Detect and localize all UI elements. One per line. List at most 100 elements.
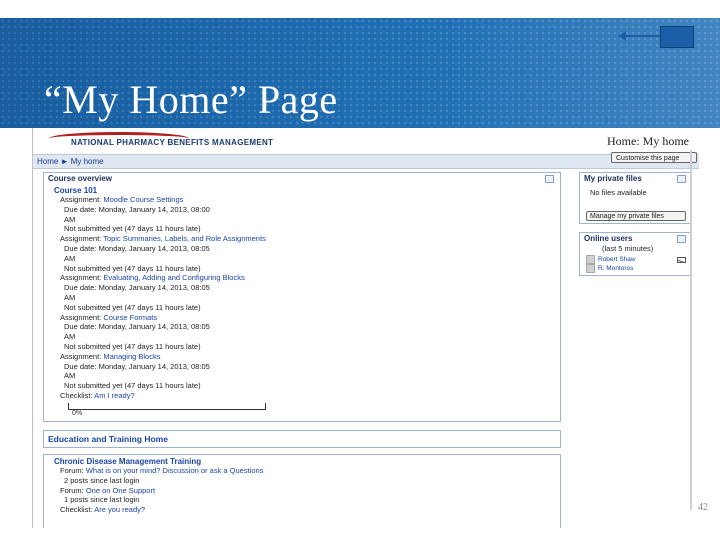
education-title[interactable]: Education and Training Home (44, 431, 560, 447)
activity-label: AM (64, 253, 76, 263)
online-user-row[interactable]: R. Montoros (586, 264, 633, 273)
activity-line: Due date: Monday, January 14, 2013, 08:0… (54, 283, 560, 293)
activity-line: Due date: Monday, January 14, 2013, 08:0… (54, 322, 560, 332)
activity-label: Assignment: (60, 273, 104, 283)
activity-label: Forum: (60, 485, 86, 495)
private-files-block: My private files No files available Mana… (579, 172, 691, 224)
chronic-course-link[interactable]: Chronic Disease Management Training (54, 457, 560, 466)
activity-line[interactable]: Forum: One on One Support (54, 486, 560, 496)
activity-label: Due date: Monday, January 14, 2013, 08:0… (64, 243, 210, 253)
activity-label: 1 posts since last login (64, 495, 140, 505)
activity-line: 2 posts since last login (54, 476, 560, 486)
activity-label: Not submitted yet (47 days 11 hours late… (64, 381, 201, 391)
activity-line: Due date: Monday, January 14, 2013, 08:0… (54, 205, 560, 215)
activity-label: Assignment: (60, 312, 104, 322)
activity-label: Due date: Monday, January 14, 2013, 08:0… (64, 204, 210, 214)
online-users-header: Online users (580, 233, 690, 244)
customise-page-button[interactable]: Customise this page (611, 152, 697, 163)
moodle-screenshot: NATIONAL PHARMACY BENEFITS MANAGEMENT Ho… (32, 128, 699, 528)
private-files-collapse-icon[interactable] (677, 175, 686, 183)
activity-line: Not submitted yet (47 days 11 hours late… (54, 224, 560, 234)
navbar: Home ► My home (33, 154, 699, 169)
activity-label: AM (64, 332, 76, 342)
activity-link[interactable]: Am I ready? (94, 391, 134, 400)
online-user-row[interactable]: Robert Shaw (586, 255, 636, 264)
activity-label: AM (64, 292, 76, 302)
activity-line: AM (54, 371, 560, 381)
activity-line: Not submitted yet (47 days 11 hours late… (54, 342, 560, 352)
online-user-name: Robert Shaw (598, 256, 636, 264)
activity-link[interactable]: One on One Support (86, 486, 155, 495)
activity-line[interactable]: Assignment: Course Formats (54, 313, 560, 323)
activity-line: AM (54, 254, 560, 264)
activity-line[interactable]: Assignment: Topic Summaries, Labels, and… (54, 234, 560, 244)
page-number: 42 (698, 502, 708, 513)
activity-line[interactable]: Assignment: Moodle Course Settings (54, 195, 560, 205)
breadcrumb[interactable]: Home ► My home (37, 155, 104, 168)
activity-label: Due date: Monday, January 14, 2013, 08:0… (64, 283, 210, 293)
activity-line: 1 posts since last login (54, 495, 560, 505)
activity-label: Assignment: (60, 195, 104, 204)
activity-line: AM (54, 215, 560, 225)
activity-label: Not submitted yet (47 days 11 hours late… (64, 263, 201, 273)
online-users-collapse-icon[interactable] (677, 235, 686, 243)
online-users-title: Online users (584, 234, 633, 243)
activity-line: AM (54, 293, 560, 303)
checklist-progress-bar (68, 402, 266, 410)
activity-label: Not submitted yet (47 days 11 hours late… (64, 341, 201, 351)
activity-line: Not submitted yet (47 days 11 hours late… (54, 381, 560, 391)
online-users-block: Online users (last 5 minutes) Robert Sha… (579, 232, 691, 276)
activity-link[interactable]: Managing Blocks (103, 352, 160, 361)
activity-link[interactable]: Evaluating, Adding and Configuring Block… (103, 273, 244, 282)
screenshot-edge (690, 150, 692, 510)
slide-title: “My Home” Page (44, 77, 338, 122)
activity-label: Assignment: (60, 234, 104, 244)
activity-label: Checklist: (60, 390, 95, 400)
online-user-name: R. Montoros (598, 265, 634, 273)
course-overview-content: Course 101 Assignment: Moodle Course Set… (44, 184, 560, 417)
activity-line: Due date: Monday, January 14, 2013, 08:0… (54, 244, 560, 254)
activity-line[interactable]: Forum: What is on your mind? Discussion … (54, 466, 560, 476)
activity-line[interactable]: Checklist: Am I ready? (54, 391, 560, 401)
course-overview-title: Course overview (48, 174, 113, 183)
site-logo: NATIONAL PHARMACY BENEFITS MANAGEMENT (71, 138, 274, 147)
activity-link[interactable]: Course Formats (103, 313, 157, 322)
activity-label: AM (64, 371, 76, 381)
user-avatar-icon (586, 255, 595, 264)
course-overview-block: Course overview Course 101 Assignment: M… (43, 172, 561, 422)
block-collapse-icon[interactable] (545, 175, 554, 183)
course-activity-list: Assignment: Moodle Course Settings Due da… (54, 195, 560, 401)
activity-line: Not submitted yet (47 days 11 hours late… (54, 303, 560, 313)
activity-line[interactable]: Assignment: Managing Blocks (54, 352, 560, 362)
annotation-arrow-shaft (624, 35, 664, 37)
activity-label: Assignment: (60, 351, 104, 361)
online-users-subtitle: (last 5 minutes) (602, 244, 654, 253)
activity-line: Not submitted yet (47 days 11 hours late… (54, 264, 560, 274)
activity-line[interactable]: Checklist: Are you ready? (54, 505, 560, 515)
activity-label: Not submitted yet (47 days 11 hours late… (64, 302, 201, 312)
user-avatar-icon (586, 264, 595, 273)
activity-label: AM (64, 214, 76, 224)
activity-link[interactable]: What is on your mind? Discussion or ask … (86, 466, 264, 475)
progress-percent: 0% (72, 409, 83, 417)
activity-label: Not submitted yet (47 days 11 hours late… (64, 224, 201, 234)
activity-line[interactable]: Assignment: Evaluating, Adding and Confi… (54, 273, 560, 283)
private-files-header: My private files (580, 173, 690, 184)
activity-link[interactable]: Moodle Course Settings (103, 195, 183, 204)
block-title: Course overview (44, 173, 560, 184)
message-mail-icon[interactable] (677, 257, 686, 263)
manage-private-files-button[interactable]: Manage my private files (586, 211, 686, 221)
chronic-content: Chronic Disease Management Training Foru… (44, 455, 560, 515)
activity-line: Due date: Monday, January 14, 2013, 08:0… (54, 362, 560, 372)
education-block: Education and Training Home (43, 430, 561, 448)
annotation-arrow-head-icon (618, 31, 626, 41)
activity-line: AM (54, 332, 560, 342)
activity-link[interactable]: Are you ready? (94, 505, 145, 514)
activity-link[interactable]: Topic Summaries, Labels, and Role Assign… (103, 234, 266, 243)
activity-label: Checklist: (60, 505, 95, 515)
slide-header: “My Home” Page (0, 18, 720, 128)
private-files-title: My private files (584, 174, 642, 183)
chronic-activity-list: Forum: What is on your mind? Discussion … (54, 466, 560, 515)
course-link[interactable]: Course 101 (54, 186, 560, 195)
site-header: NATIONAL PHARMACY BENEFITS MANAGEMENT Ho… (33, 128, 699, 154)
